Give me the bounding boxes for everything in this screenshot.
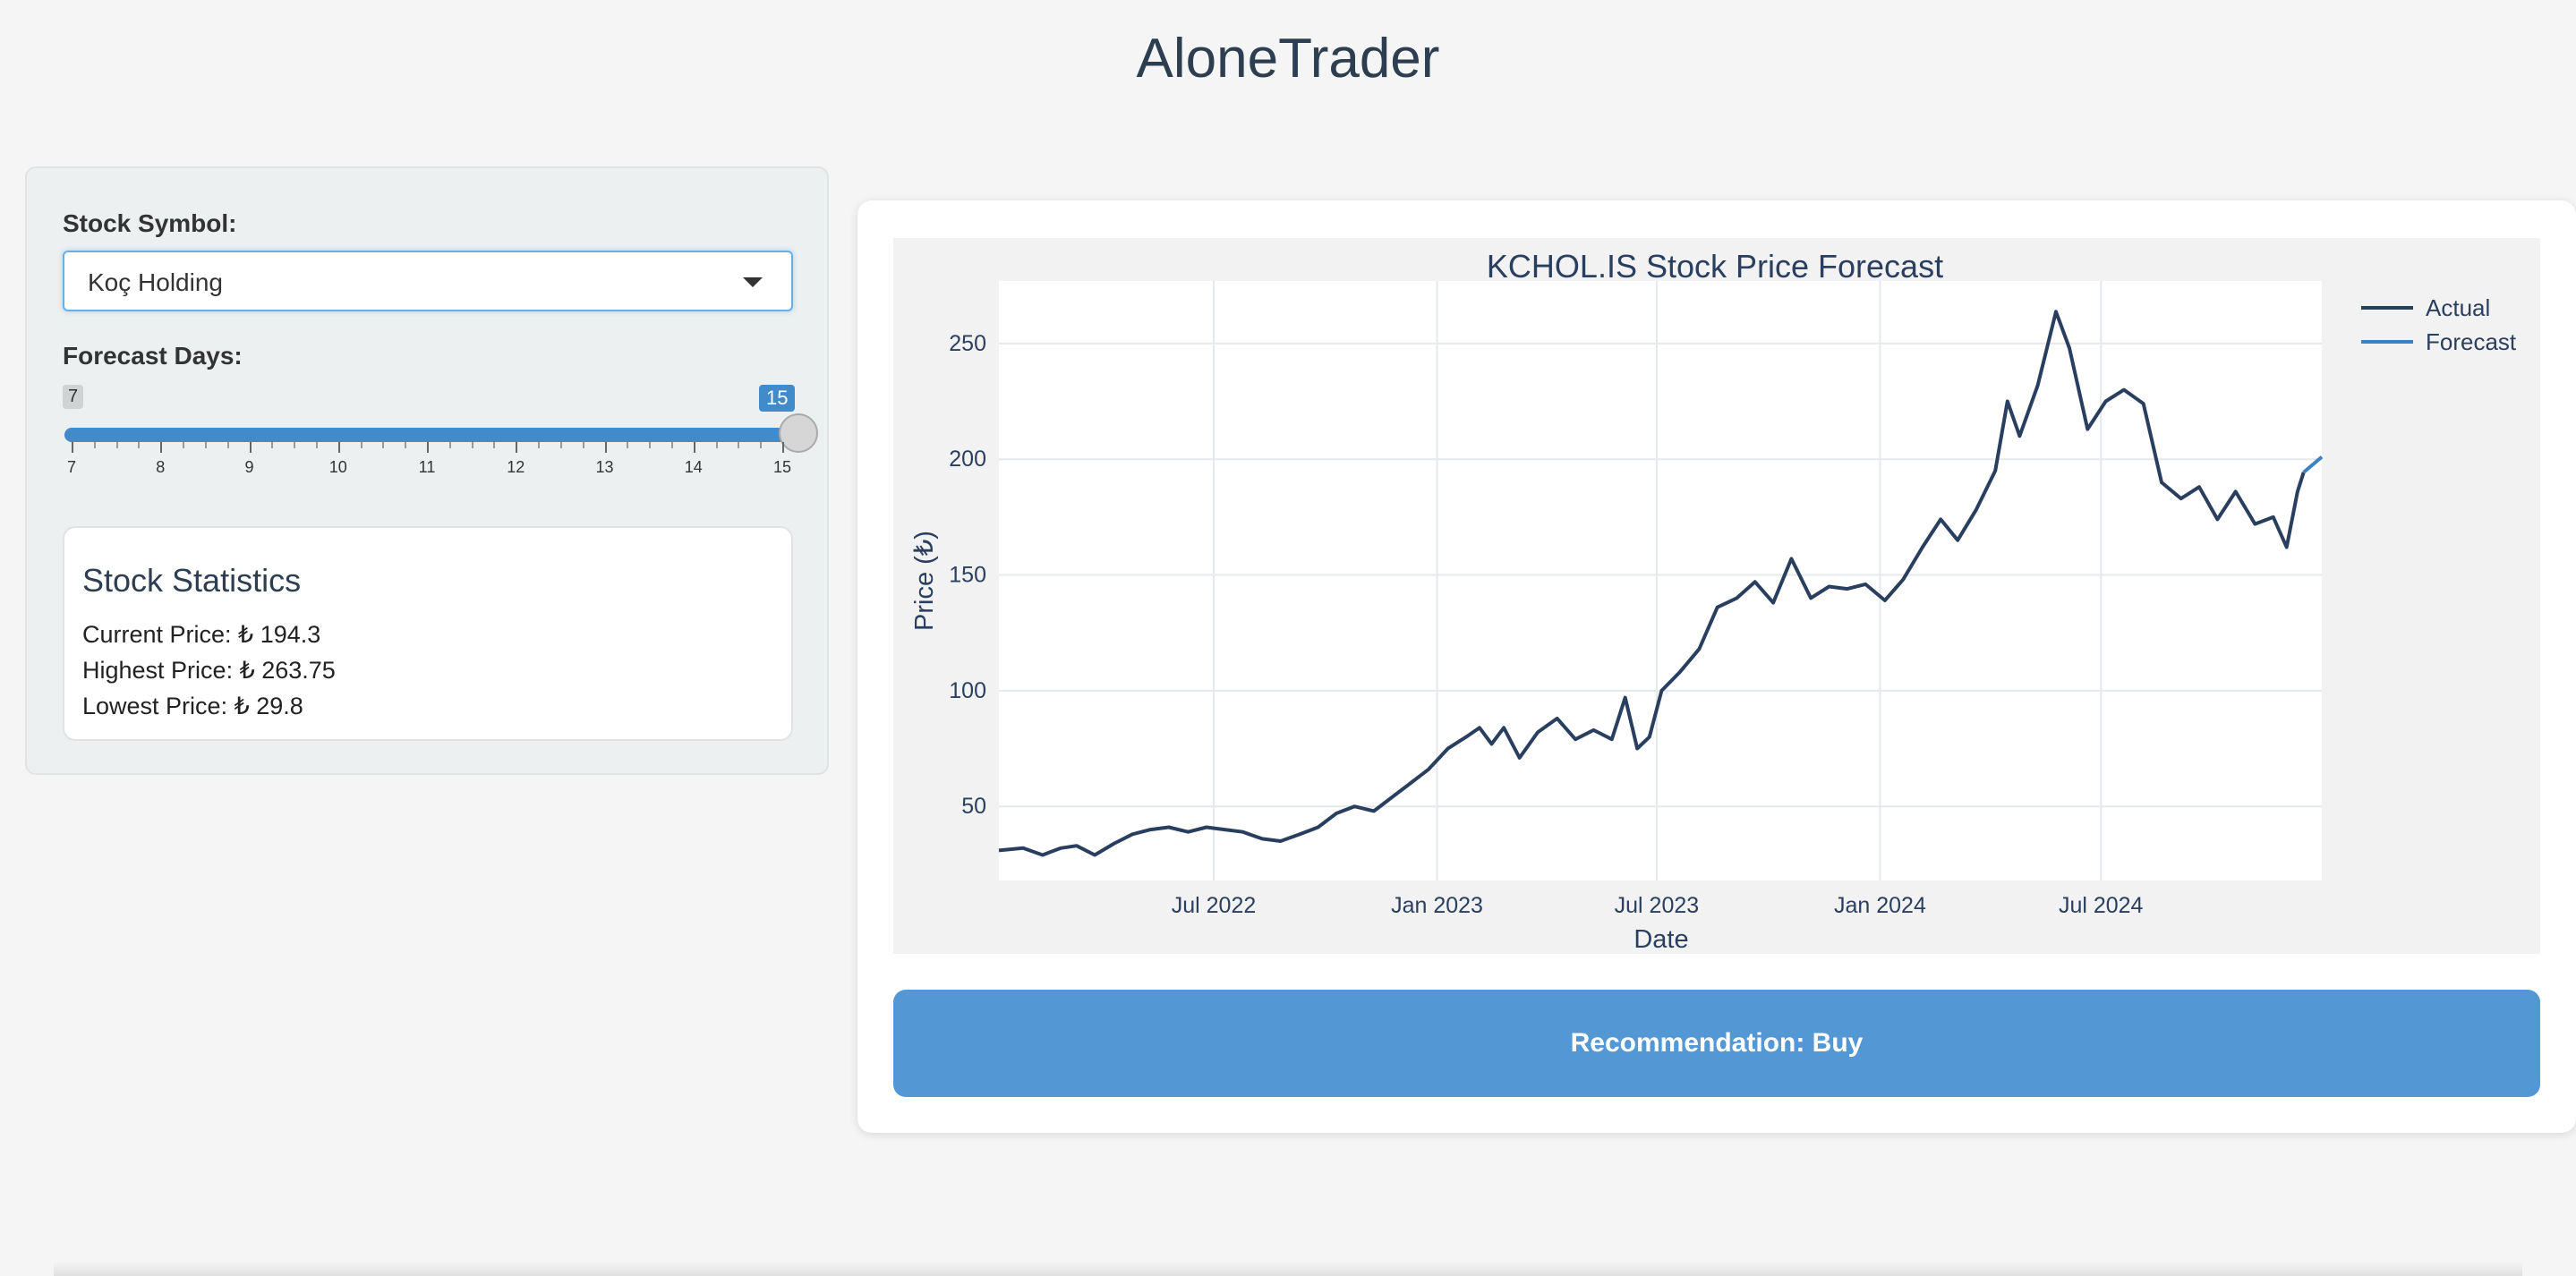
slider-minor-tick bbox=[294, 442, 296, 448]
app-title: AloneTrader bbox=[1136, 28, 1440, 89]
slider-tick bbox=[337, 442, 340, 453]
y-tick-label: 250 bbox=[949, 331, 986, 356]
slider-tick-label: 10 bbox=[328, 458, 347, 476]
slider-fill bbox=[64, 428, 798, 442]
slider-minor-tick bbox=[382, 442, 385, 448]
slider-tick bbox=[249, 442, 252, 453]
slider-tick bbox=[782, 442, 784, 453]
forecast-days-slider[interactable] bbox=[64, 428, 798, 442]
lowest-price: Lowest Price: ₺ 29.8 bbox=[82, 693, 303, 719]
x-tick-label: Jul 2023 bbox=[1615, 893, 1700, 918]
chart-title: KCHOL.IS Stock Price Forecast bbox=[1487, 248, 1943, 285]
x-axis-label: Date bbox=[1633, 925, 1688, 954]
slider-minor-tick bbox=[93, 442, 96, 448]
window-bottom-edge bbox=[54, 1262, 2522, 1276]
slider-minor-tick bbox=[360, 442, 363, 448]
stock-statistics-card: Stock Statistics Current Price: ₺ 194.3 … bbox=[63, 526, 793, 741]
slider-value-badge: 15 bbox=[759, 385, 796, 412]
stock-symbol-value: Koç Holding bbox=[88, 268, 223, 296]
x-tick-label: Jul 2024 bbox=[2059, 893, 2144, 918]
slider-minor-tick bbox=[559, 442, 562, 448]
slider-minor-tick bbox=[538, 442, 541, 448]
slider-tick-label: 8 bbox=[156, 458, 166, 476]
slider-handle[interactable] bbox=[779, 413, 818, 453]
slider-minor-tick bbox=[138, 442, 141, 448]
slider-minor-tick bbox=[448, 442, 451, 448]
slider-minor-tick bbox=[649, 442, 652, 448]
stock-symbol-label: Stock Symbol: bbox=[63, 209, 237, 237]
slider-minor-tick bbox=[115, 442, 118, 448]
slider-tick bbox=[72, 442, 73, 453]
legend-label-forecast: Forecast bbox=[2426, 328, 2517, 355]
y-axis-label: Price (₺) bbox=[910, 531, 939, 631]
chevron-down-icon bbox=[743, 277, 763, 287]
slider-minor-tick bbox=[670, 442, 673, 448]
slider-minor-tick bbox=[471, 442, 473, 448]
slider-tick bbox=[693, 442, 695, 453]
slider-minor-tick bbox=[582, 442, 584, 448]
x-tick-label: Jul 2022 bbox=[1172, 893, 1257, 918]
slider-tick-label: 15 bbox=[772, 458, 792, 476]
stats-title: Stock Statistics bbox=[82, 562, 302, 599]
stock-symbol-select[interactable]: Koç Holding bbox=[63, 251, 793, 311]
slider-tick-label: 14 bbox=[684, 458, 703, 476]
slider-tick bbox=[160, 442, 163, 453]
slider-minor-tick bbox=[226, 442, 229, 448]
slider-tick-label: 12 bbox=[507, 458, 525, 476]
slider-tick bbox=[604, 442, 607, 453]
slider-tick bbox=[516, 442, 518, 453]
slider-tick-label: 7 bbox=[66, 458, 77, 476]
slider-tick-label: 11 bbox=[418, 458, 436, 476]
slider-minor-tick bbox=[183, 442, 185, 448]
slider-tick-label: 13 bbox=[595, 458, 614, 476]
slider-tick-label: 9 bbox=[244, 458, 254, 476]
chart-svg: 50 100 150 200 250 Jul 2022 Jan 2023 Jul 2023 Ja… bbox=[910, 248, 2517, 954]
slider-minor-tick bbox=[493, 442, 496, 448]
y-tick-label: 50 bbox=[961, 794, 986, 819]
main-panel: 50 100 150 200 250 Jul 2022 Jan 2023 Jul 2023 Ja… bbox=[857, 200, 2576, 1133]
recommendation-button[interactable]: Recommendation: Buy bbox=[893, 990, 2540, 1097]
slider-minor-tick bbox=[271, 442, 274, 448]
highest-price: Highest Price: ₺ 263.75 bbox=[82, 657, 336, 684]
current-price: Current Price: ₺ 194.3 bbox=[82, 621, 321, 648]
slider-min-badge: 7 bbox=[63, 385, 84, 409]
slider-minor-tick bbox=[204, 442, 207, 448]
slider-minor-tick bbox=[760, 442, 763, 448]
plot-background bbox=[999, 281, 2322, 880]
slider-minor-tick bbox=[315, 442, 318, 448]
forecast-days-label: Forecast Days: bbox=[63, 342, 243, 370]
y-tick-label: 150 bbox=[949, 563, 986, 588]
slider-minor-tick bbox=[738, 442, 740, 448]
sidebar-panel: Stock Symbol: Koç Holding Forecast Days:… bbox=[25, 166, 829, 775]
y-tick-label: 200 bbox=[949, 447, 986, 472]
slider-minor-tick bbox=[405, 442, 407, 448]
slider-tick bbox=[427, 442, 429, 453]
legend-label-actual: Actual bbox=[2426, 294, 2490, 321]
y-tick-label: 100 bbox=[949, 678, 986, 703]
slider-minor-tick bbox=[715, 442, 718, 448]
price-chart[interactable]: 50 100 150 200 250 Jul 2022 Jan 2023 Jul 2023 Ja… bbox=[893, 238, 2540, 954]
x-tick-label: Jan 2023 bbox=[1391, 893, 1483, 918]
x-tick-label: Jan 2024 bbox=[1834, 893, 1926, 918]
slider-minor-tick bbox=[627, 442, 629, 448]
